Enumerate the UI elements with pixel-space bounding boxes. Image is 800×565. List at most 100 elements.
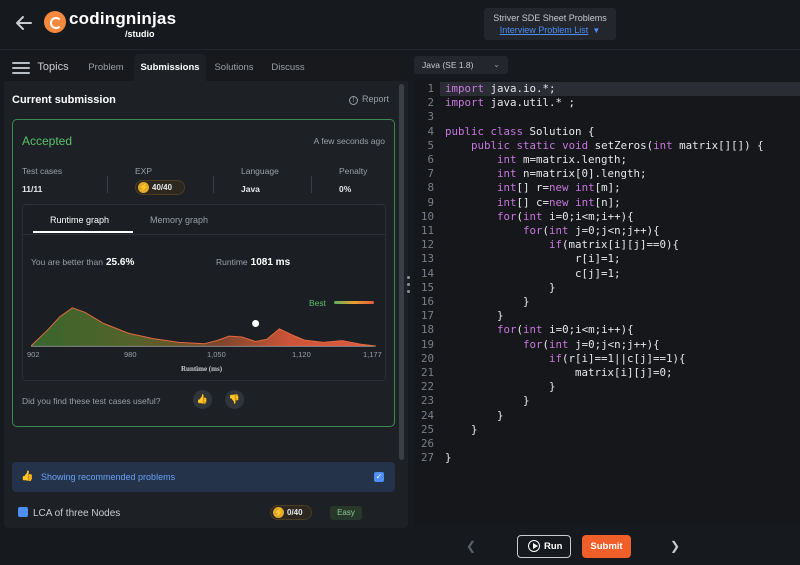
topics-menu-icon[interactable] [12,62,30,74]
stat-value-exp: 40/40 [152,183,173,192]
active-tab-indicator [33,231,133,233]
divider [311,176,312,193]
line-number: 25 [420,422,434,436]
runtime-value: 1081 ms [250,257,291,268]
code-line: public class Solution { [445,124,595,138]
info-icon: ! [349,96,358,105]
line-number: 22 [420,380,434,394]
runtime-area [31,307,376,346]
line-number: 8 [427,181,434,195]
stat-value-language: Java [241,184,260,194]
x-tick-label: 1,177 [363,350,382,359]
line-number: 24 [420,408,434,422]
line-number: 27 [420,451,434,465]
stat-label-exp: EXP [135,166,153,176]
previous-problem-icon[interactable]: ❮ [466,539,476,553]
sheet-link[interactable]: Interview Problem List [500,25,589,35]
tab-memory-graph[interactable]: Memory graph [150,215,208,225]
lightning-coin-icon [138,181,149,194]
stat-value-test-cases: 11/11 [22,184,43,194]
code-line: for(int j=0;j<n;j++){ [523,337,660,351]
report-button[interactable]: ! Report [349,94,389,105]
code-line: } [445,422,478,436]
thumbs-up-button[interactable]: 👍 [193,390,212,409]
line-number: 19 [420,337,434,351]
top-header: codingninjas /studio Striver SDE Sheet P… [0,0,800,50]
code-line: import java.io.*; [445,82,556,95]
problem-exp: 0/40 [287,508,303,517]
report-label: Report [362,94,390,104]
line-number: 17 [420,309,434,323]
chevron-down-icon: ⌄ [493,60,500,69]
stat-label-language: Language [241,166,279,176]
tab-submissions[interactable]: Submissions [134,54,206,81]
code-line: if(matrix[i][j]==0){ [549,238,680,252]
recommended-checkbox[interactable]: ✓ [374,472,384,482]
recommended-label: Showing recommended problems [41,472,176,482]
better-than-label: You are better than [31,257,103,267]
line-number: 9 [427,195,434,209]
better-than-value: 25.6% [106,257,135,268]
logo-icon [44,11,66,33]
brand-sub: /studio [125,29,155,39]
line-number: 11 [420,224,434,237]
stat-label-test-cases: Test cases [22,166,63,176]
bottom-bar: ❮ Run Submit ❯ [0,528,800,565]
problem-title: LCA of three Nodes [33,508,121,519]
line-number: 26 [420,437,434,450]
panel-scrollbar[interactable] [399,84,404,460]
run-button[interactable]: Run [517,535,571,558]
run-label: Run [544,541,563,552]
play-icon [528,540,540,552]
code-editor[interactable]: 1 import java.io.*; 2 import java.util.* ; 3… [414,80,800,525]
x-tick-label: 902 [27,350,40,359]
tab-problem[interactable]: Problem [82,54,130,81]
tab-runtime-graph[interactable]: Runtime graph [50,215,109,225]
submit-button[interactable]: Submit [582,535,631,558]
chevron-down-icon: ▼ [592,26,601,35]
runtime-label: Runtime [216,257,248,267]
recommended-problem-link[interactable]: LCA of three Nodes [18,507,121,519]
runtime-text: Runtime 1081 ms [216,257,290,268]
thumbs-down-button[interactable]: 👎 [225,390,244,409]
line-number: 23 [420,394,434,408]
current-submission-title: Current submission [12,94,116,106]
line-number: 3 [427,110,434,124]
line-number: 1 [427,82,434,95]
line-number: 14 [420,266,434,280]
code-line: matrix[i][j]=0; [445,366,673,379]
tab-discuss[interactable]: Discuss [266,54,310,81]
panel-resize-handle[interactable] [407,276,411,298]
line-number: 2 [427,96,434,110]
submission-card: Accepted A few seconds ago Test cases 11… [12,119,395,427]
exp-badge: 40/40 [135,180,185,195]
runtime-graph-panel: Runtime graph Memory graph You are bette… [22,204,386,381]
tab-solutions[interactable]: Solutions [209,54,259,81]
code-line: } [445,380,556,394]
code-line: import java.util.* ; [445,96,576,110]
line-number: 21 [420,366,434,379]
code-line: int n=matrix[0].length; [497,167,647,181]
difficulty-badge: Easy [330,506,362,520]
line-number: 16 [420,295,434,308]
language-select[interactable]: Java (SE 1.8) ⌄ [414,56,508,74]
left-panel: Topics Problem Submissions Solutions Dis… [4,54,408,528]
code-line: public static void setZeros(int matrix[]… [471,138,764,152]
code-line: } [445,451,452,465]
back-arrow-icon[interactable] [14,13,34,33]
problem-list-selector[interactable]: Striver SDE Sheet Problems Interview Pro… [484,8,616,40]
code-line: c[j]=1; [445,266,621,280]
x-tick-label: 980 [124,350,137,359]
tab-topics[interactable]: Topics [32,54,74,81]
next-problem-icon[interactable]: ❯ [670,539,680,553]
divider [213,176,214,193]
useful-question: Did you find these test cases useful? [22,396,161,406]
code-line: } [445,280,556,294]
runtime-distribution-chart [31,307,376,347]
problem-icon [18,507,28,518]
code-line: if(r[i]==1||c[j]==1){ [549,351,686,365]
code-line: for(int i=0;i<m;i++){ [497,323,634,337]
line-number: 7 [427,167,434,181]
problem-exp-badge: 0/40 [270,505,312,520]
code-line: for(int i=0;i<m;i++){ [497,209,634,223]
